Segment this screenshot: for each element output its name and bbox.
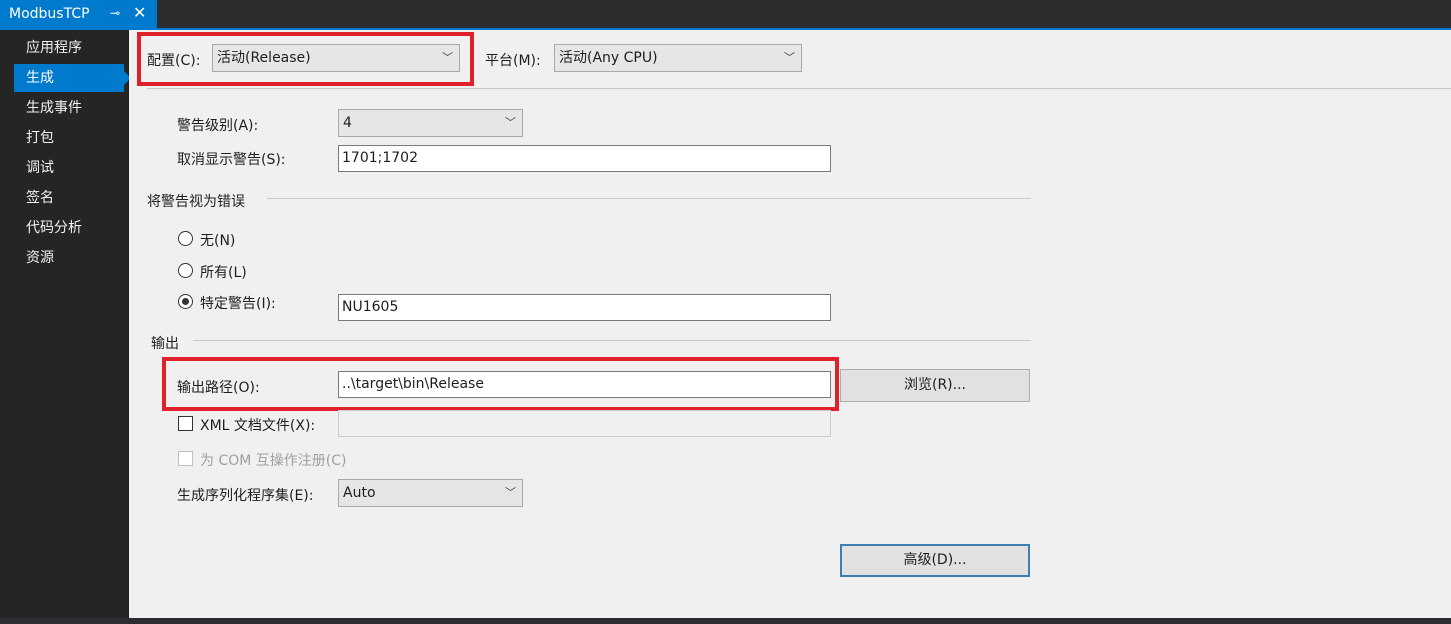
advanced-button[interactable]: 高级(D)...	[840, 544, 1030, 577]
xml-doc-path-input	[338, 410, 831, 437]
bottom-border	[0, 618, 1451, 624]
tab-modbustcp[interactable]: ModbusTCP ⊸ ✕	[0, 0, 157, 28]
document-tab-strip: ModbusTCP ⊸ ✕	[0, 0, 1451, 28]
xml-doc-label: XML 文档文件(X):	[200, 418, 316, 434]
platform-dropdown[interactable]: 活动(Any CPU) ﹀	[554, 44, 802, 72]
serialization-value: Auto	[343, 485, 376, 501]
specific-warnings-input[interactable]: NU1605	[338, 294, 831, 321]
com-interop-checkbox	[178, 451, 193, 466]
treat-warnings-divider	[267, 198, 1031, 199]
chevron-down-icon: ﹀	[784, 51, 795, 64]
sidebar-item-resources[interactable]: 资源	[14, 244, 124, 272]
platform-value: 活动(Any CPU)	[559, 50, 658, 66]
warning-level-dropdown[interactable]: 4 ﹀	[338, 109, 523, 137]
suppress-warnings-label: 取消显示警告(S):	[177, 152, 286, 168]
radio-all[interactable]	[178, 263, 193, 278]
com-interop-label: 为 COM 互操作注册(C)	[200, 453, 347, 469]
radio-all-label: 所有(L)	[200, 265, 247, 281]
chevron-down-icon: ﹀	[505, 116, 516, 129]
radio-specific[interactable]	[178, 294, 193, 309]
highlight-box-output-path	[162, 357, 839, 411]
radio-none[interactable]	[178, 231, 193, 246]
output-section-title: 输出	[151, 336, 179, 352]
platform-label: 平台(M):	[485, 53, 541, 69]
sidebar-item-debug[interactable]: 调试	[14, 154, 124, 182]
browse-button[interactable]: 浏览(R)...	[840, 369, 1030, 402]
suppress-warnings-input[interactable]: 1701;1702	[338, 145, 831, 172]
sidebar-item-build[interactable]: 生成	[14, 64, 131, 92]
warning-level-value: 4	[343, 115, 352, 131]
property-pages-sidebar: 应用程序 生成 生成事件 打包 调试 签名 代码分析 资源	[0, 30, 131, 624]
sidebar-item-code-analysis[interactable]: 代码分析	[14, 214, 124, 242]
radio-none-label: 无(N)	[200, 233, 236, 249]
serialization-label: 生成序列化程序集(E):	[177, 488, 314, 504]
tab-title: ModbusTCP	[9, 6, 90, 22]
output-divider	[193, 340, 1031, 341]
header-divider	[147, 88, 1451, 89]
close-icon[interactable]: ✕	[133, 3, 146, 22]
warning-level-label: 警告级别(A):	[177, 118, 259, 134]
serialization-dropdown[interactable]: Auto ﹀	[338, 479, 523, 507]
highlight-box-config	[137, 32, 474, 86]
sidebar-item-build-events[interactable]: 生成事件	[14, 94, 124, 122]
build-properties-panel: 配置(C): 活动(Release) ﹀ 平台(M): 活动(Any CPU) …	[129, 30, 1451, 618]
pin-icon[interactable]: ⊸	[110, 6, 120, 20]
xml-doc-checkbox[interactable]	[178, 416, 193, 431]
chevron-down-icon: ﹀	[505, 486, 516, 499]
sidebar-item-application[interactable]: 应用程序	[14, 34, 124, 62]
treat-warnings-section-title: 将警告视为错误	[147, 194, 245, 210]
radio-specific-label: 特定警告(I):	[200, 296, 276, 312]
sidebar-item-package[interactable]: 打包	[14, 124, 124, 152]
sidebar-item-signing[interactable]: 签名	[14, 184, 124, 212]
